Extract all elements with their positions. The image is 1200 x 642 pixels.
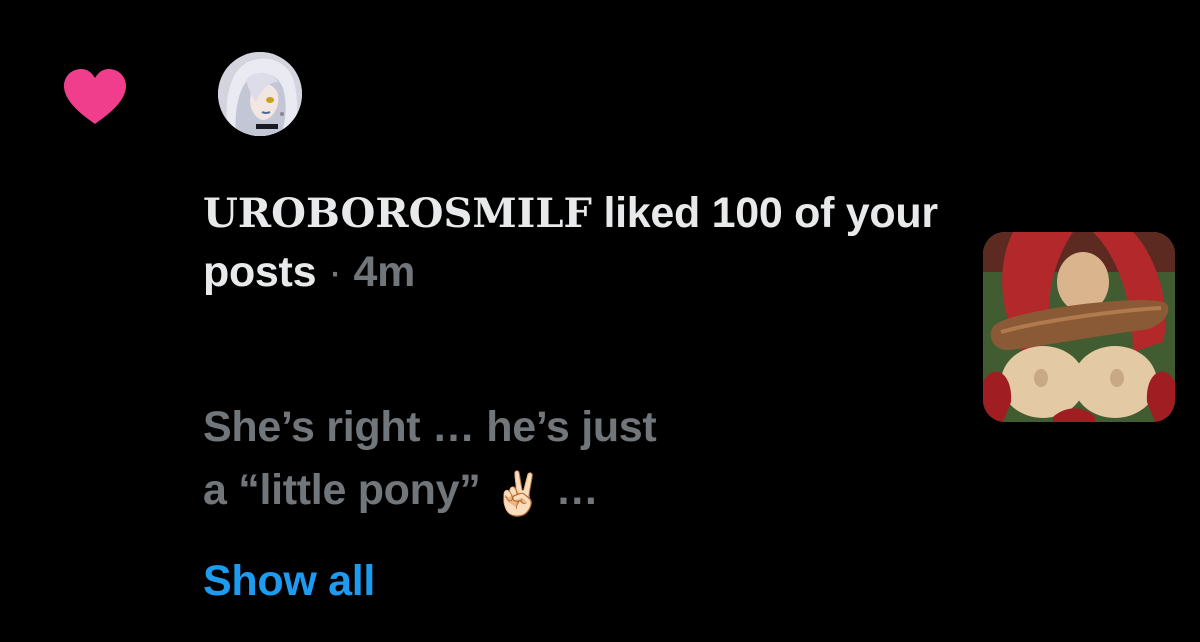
show-all-link[interactable]: Show all <box>203 553 375 609</box>
avatar[interactable] <box>218 52 302 136</box>
timestamp[interactable]: 4m <box>354 248 416 296</box>
post-line-2-text: a “little pony” <box>203 466 481 514</box>
thumbnail-image <box>983 232 1175 422</box>
avatar-image <box>218 52 302 136</box>
victory-hand-emoji: ✌🏻 <box>492 469 545 518</box>
username[interactable]: UROBOROSMILF <box>203 190 592 237</box>
post-line-2: a “little pony” ✌🏻 … <box>203 459 823 525</box>
notification-headline: UROBOROSMILF liked 100 of your posts · 4… <box>203 184 963 302</box>
post-ellipsis: … <box>555 466 599 514</box>
heart-icon <box>64 69 126 124</box>
post-line-1: She’s right … he’s just <box>203 403 657 451</box>
like-notification[interactable]: UROBOROSMILF liked 100 of your posts · 4… <box>0 0 1200 642</box>
post-thumbnail[interactable] <box>983 232 1175 422</box>
separator: · <box>327 248 342 296</box>
post-preview[interactable]: She’s right … he’s just a “little pony” … <box>203 396 823 525</box>
